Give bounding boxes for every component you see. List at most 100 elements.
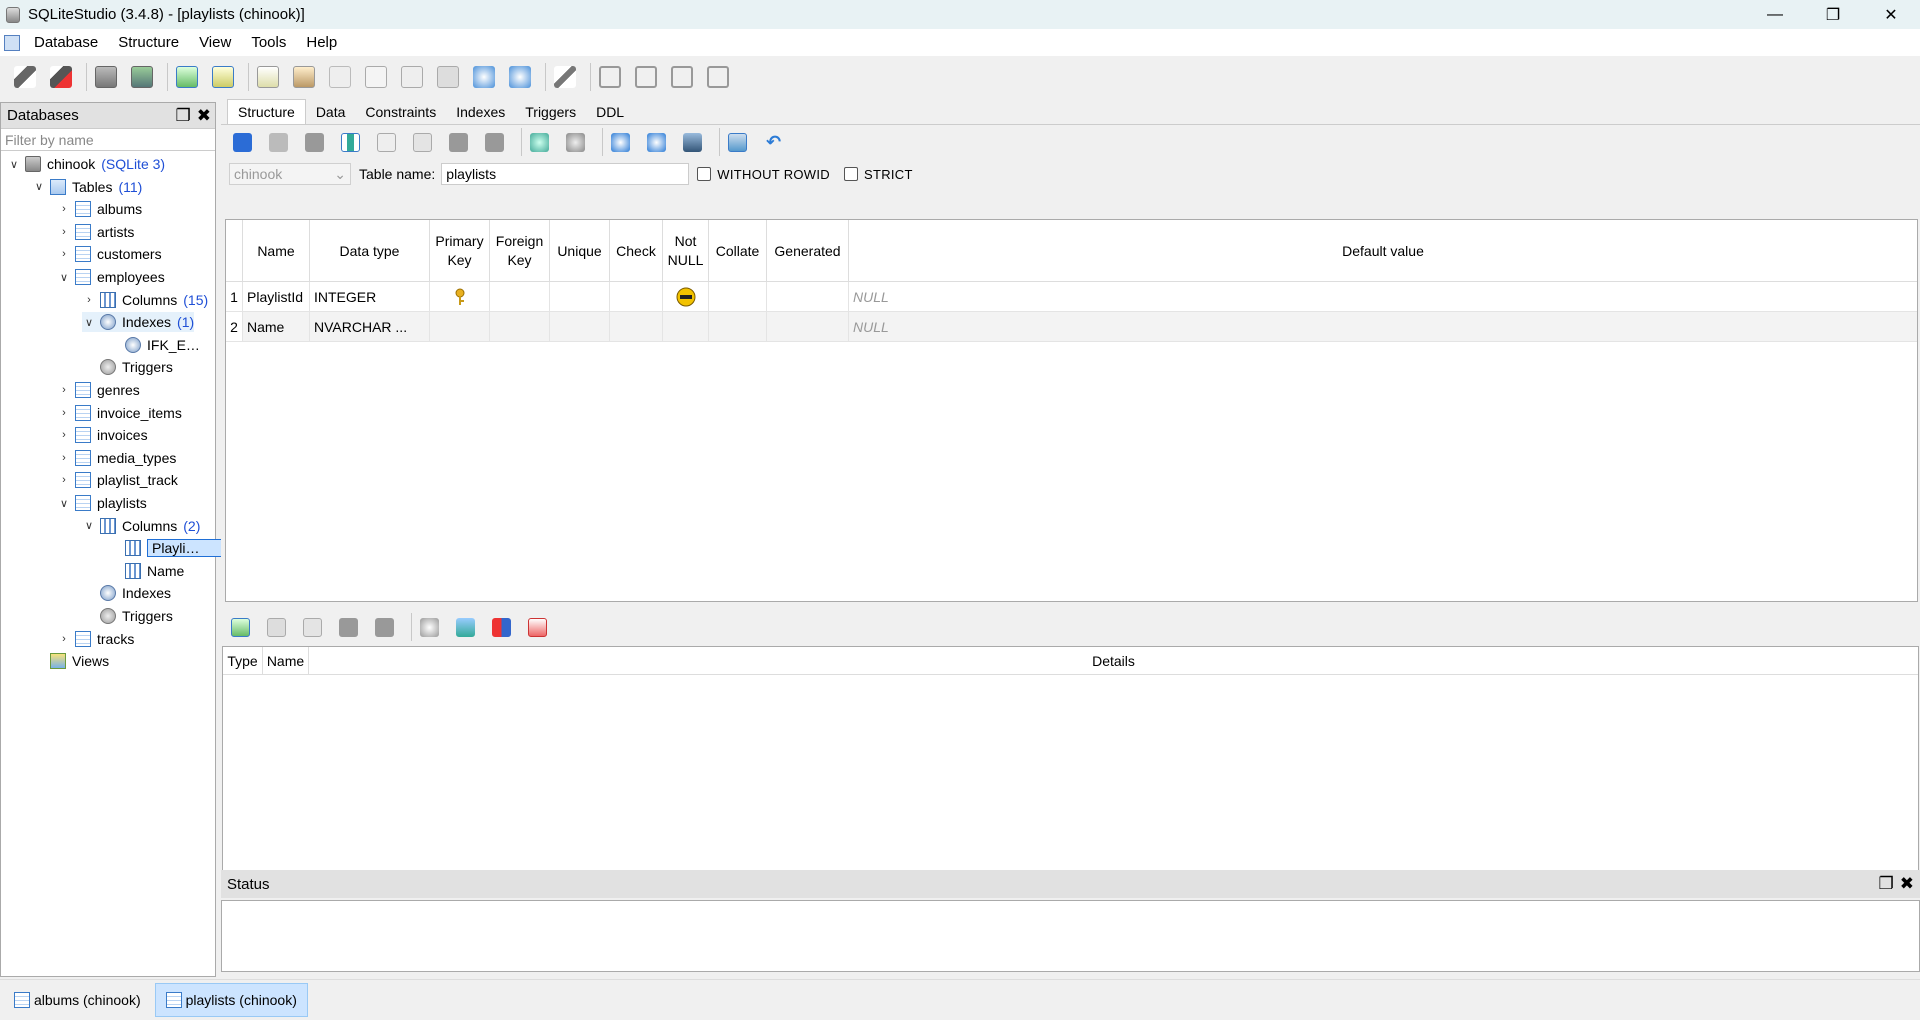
unique-cell[interactable] — [550, 282, 610, 312]
chevron-down-icon[interactable]: ∨ — [57, 497, 71, 510]
add-database-icon[interactable] — [95, 66, 117, 88]
extensions-icon[interactable] — [401, 66, 423, 88]
config-icon[interactable] — [554, 66, 576, 88]
move-constraint-down-icon[interactable] — [375, 617, 394, 637]
collapse-icon[interactable] — [509, 66, 531, 88]
chevron-down-icon[interactable]: ∨ — [32, 180, 46, 193]
foreign-key-cell[interactable] — [490, 282, 550, 312]
col-header-default-value[interactable]: Default value — [849, 220, 1917, 282]
tab-constraints[interactable]: Constraints — [355, 100, 446, 124]
sql-editor-icon[interactable] — [257, 66, 279, 88]
tab-data[interactable]: Data — [306, 100, 356, 124]
populate-table-icon[interactable] — [683, 132, 702, 152]
constraint-header-type[interactable]: Type — [223, 647, 263, 675]
chevron-right-icon[interactable]: › — [57, 452, 71, 464]
strict-checkbox[interactable] — [843, 167, 858, 181]
tree-item[interactable]: ∨ Indexes (1) — [82, 312, 195, 333]
tree-item[interactable]: › artists — [57, 222, 134, 242]
tree-item[interactable]: Views — [32, 651, 109, 671]
col-header-data-type[interactable]: Data type — [310, 220, 430, 282]
column-type-cell[interactable]: INTEGER — [310, 282, 430, 312]
reset-icon[interactable]: ↶ — [764, 132, 783, 152]
restore-button[interactable]: ❐ — [1804, 0, 1862, 29]
col-header-check[interactable]: Check — [610, 220, 663, 282]
import-table-icon[interactable] — [611, 132, 630, 152]
foreign-key-cell[interactable] — [490, 312, 550, 342]
task-albums[interactable]: albums (chinook) — [4, 983, 151, 1017]
add-column-icon[interactable] — [341, 132, 360, 152]
float-status-icon[interactable]: ❐ — [1879, 874, 1894, 894]
tree-item[interactable]: IFK_E… — [107, 335, 200, 355]
collate-cell[interactable] — [709, 312, 767, 342]
float-panel-icon[interactable]: ❐ — [176, 106, 191, 126]
column-name-cell[interactable]: PlaylistId — [243, 282, 310, 312]
chevron-right-icon[interactable]: › — [57, 474, 71, 486]
without-rowid-checkbox[interactable] — [697, 167, 712, 181]
tree-item[interactable]: › genres — [57, 380, 140, 400]
disconnect-icon[interactable] — [50, 66, 72, 88]
task-playlists[interactable]: playlists (chinook) — [154, 983, 308, 1017]
column-name-cell[interactable]: Name — [243, 312, 310, 342]
menu-database[interactable]: Database — [24, 34, 108, 51]
add-check-icon[interactable] — [528, 617, 547, 637]
menu-structure[interactable]: Structure — [108, 34, 189, 51]
add-trigger-icon[interactable] — [566, 132, 585, 152]
create-similar-icon[interactable] — [728, 132, 747, 152]
not-null-cell[interactable] — [663, 312, 709, 342]
chevron-right-icon[interactable]: › — [57, 407, 71, 419]
menu-view[interactable]: View — [189, 34, 241, 51]
tree-item[interactable]: › invoice_items — [57, 403, 182, 423]
tree-item[interactable]: › tracks — [57, 629, 134, 649]
primary-key-cell[interactable] — [430, 312, 490, 342]
connect-icon[interactable] — [14, 66, 36, 88]
close-window-button[interactable]: ✕ — [1862, 0, 1920, 29]
check-cell[interactable] — [610, 312, 663, 342]
add-index-icon[interactable] — [530, 132, 549, 152]
database-select[interactable]: chinook ⌄ — [229, 163, 351, 185]
tree-item[interactable]: › media_types — [57, 448, 176, 468]
chevron-right-icon[interactable]: › — [57, 203, 71, 215]
chevron-down-icon[interactable]: ∨ — [7, 158, 21, 171]
move-constraint-up-icon[interactable] — [339, 617, 358, 637]
col-header-unique[interactable]: Unique — [550, 220, 610, 282]
tree-item[interactable]: ∨ employees — [57, 267, 165, 287]
tree-item[interactable]: Triggers — [82, 357, 173, 377]
chevron-right-icon[interactable]: › — [82, 294, 96, 306]
chevron-right-icon[interactable]: › — [57, 226, 71, 238]
constraint-header-name[interactable]: Name — [263, 647, 309, 675]
collations-icon[interactable] — [365, 66, 387, 88]
unique-cell[interactable] — [550, 312, 610, 342]
add-fk-icon[interactable] — [456, 617, 475, 637]
col-header-foreign-key[interactable]: Foreign Key — [490, 220, 550, 282]
col-header-not-null[interactable]: Not NULL — [663, 220, 709, 282]
tree-item[interactable]: Triggers — [82, 606, 173, 626]
col-header-collate[interactable]: Collate — [709, 220, 767, 282]
edit-database-icon[interactable] — [131, 66, 153, 88]
delete-column-icon[interactable] — [413, 132, 432, 152]
tree-item[interactable]: ∨ Tables (11) — [32, 177, 142, 197]
functions-icon[interactable] — [329, 66, 351, 88]
tree-item[interactable]: › customers — [57, 244, 162, 264]
filter-input[interactable]: Filter by name — [1, 129, 215, 151]
edit-constraint-icon[interactable] — [267, 617, 286, 637]
chevron-down-icon[interactable]: ∨ — [82, 316, 96, 329]
tab-indexes[interactable]: Indexes — [446, 100, 515, 124]
tile-vertical-icon[interactable] — [671, 66, 693, 88]
move-column-up-icon[interactable] — [449, 132, 468, 152]
chevron-right-icon[interactable]: › — [57, 429, 71, 441]
delete-constraint-icon[interactable] — [303, 617, 322, 637]
tree-item[interactable]: › invoices — [57, 425, 148, 445]
close-status-icon[interactable]: ✖ — [1900, 874, 1914, 894]
tree-item[interactable]: ∨ Columns (2) — [82, 516, 200, 536]
menu-help[interactable]: Help — [296, 34, 347, 51]
collate-cell[interactable] — [709, 282, 767, 312]
constraint-header-details[interactable]: Details — [309, 647, 1918, 675]
commit-icon[interactable] — [269, 132, 288, 152]
tab-triggers[interactable]: Triggers — [515, 100, 586, 124]
table-name-input[interactable]: playlists — [441, 163, 690, 185]
col-header-generated[interactable]: Generated — [767, 220, 849, 282]
chevron-down-icon[interactable]: ∨ — [57, 271, 71, 284]
check-cell[interactable] — [610, 282, 663, 312]
cascade-icon[interactable] — [707, 66, 729, 88]
tile-horizontal-icon[interactable] — [635, 66, 657, 88]
